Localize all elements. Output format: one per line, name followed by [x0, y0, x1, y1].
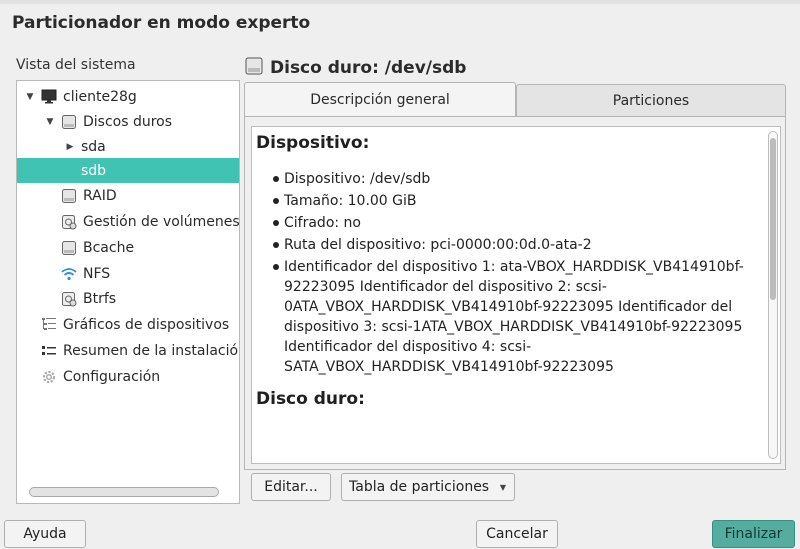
- tree-item-sdb[interactable]: sdb: [17, 158, 239, 183]
- tree-item-label: Configuración: [63, 368, 161, 385]
- tree-item-label: Gráficos de dispositivos: [63, 316, 230, 333]
- list-item: Dispositivo: /dev/sdb: [273, 169, 764, 189]
- disk-title: Disco duro: /dev/sdb: [270, 58, 467, 78]
- tree-item-raid[interactable]: RAID: [17, 183, 239, 208]
- tab-overview-label: Descripción general: [310, 91, 450, 108]
- wifi-icon: [61, 266, 77, 282]
- tree-item-label: Gestión de volúmenes: [83, 213, 239, 230]
- system-view-tree[interactable]: ▼ cliente28g ▼ Discos duros ▶ sda sdb RA…: [16, 80, 240, 504]
- tree-item-label: Discos duros: [83, 113, 173, 130]
- tree-item-device-graphs[interactable]: Gráficos de dispositivos: [17, 312, 239, 337]
- scrollbar-thumb[interactable]: [770, 138, 776, 300]
- section-device-heading: Dispositivo:: [256, 133, 370, 153]
- tree-item-configuration[interactable]: Configuración: [17, 364, 239, 389]
- tab-panel: Dispositivo: Dispositivo: /dev/sdb Tamañ…: [244, 116, 786, 470]
- tab-partitions-label: Particiones: [612, 92, 690, 109]
- list-item: Tamaño: 10.00 GiB: [273, 191, 764, 211]
- edit-button-label: Editar...: [264, 479, 318, 495]
- tree-item-bcache[interactable]: Bcache: [17, 235, 239, 260]
- tree-item-label: RAID: [83, 187, 117, 204]
- overview-scroll-area: Dispositivo: Dispositivo: /dev/sdb Tamañ…: [256, 127, 764, 409]
- list-icon: [41, 343, 57, 359]
- cancel-button-label: Cancelar: [486, 526, 548, 542]
- list-item: Ruta del dispositivo: pci-0000:00:0d.0-a…: [273, 235, 764, 255]
- hard-disk-icon: [61, 114, 77, 130]
- gear-icon: [41, 369, 57, 385]
- edit-button[interactable]: Editar...: [251, 473, 331, 501]
- tree-item-label: Btrfs: [83, 290, 117, 307]
- chevron-down-icon: ▼: [499, 483, 506, 492]
- tree-item-installation-summary[interactable]: Resumen de la instalación: [17, 338, 239, 363]
- cancel-button[interactable]: Cancelar: [476, 520, 558, 548]
- title-bar-remnant: [0, 0, 800, 4]
- vertical-scrollbar[interactable]: [768, 131, 778, 459]
- hard-disk-icon: [61, 188, 77, 204]
- page-title: Particionador en modo experto: [12, 13, 311, 33]
- list-item: Identificador del dispositivo 1: ata-VBO…: [273, 257, 764, 377]
- tab-partitions[interactable]: Particiones: [516, 84, 786, 116]
- device-details-list: Dispositivo: /dev/sdb Tamaño: 10.00 GiB …: [273, 169, 764, 377]
- tree-item-volume-management[interactable]: Gestión de volúmenes: [17, 209, 239, 234]
- hard-disk-icon: [244, 56, 264, 80]
- finish-button[interactable]: Finalizar: [712, 520, 795, 548]
- tree-item-label: cliente28g: [63, 88, 137, 105]
- tree-item-btrfs[interactable]: Btrfs: [17, 286, 239, 311]
- tree-item-cliente28g[interactable]: ▼ cliente28g: [17, 84, 239, 109]
- tree-item-label: Bcache: [83, 239, 135, 256]
- section-disk-heading: Disco duro:: [256, 389, 365, 409]
- tree-item-label: sdb: [81, 162, 107, 179]
- tab-overview[interactable]: Descripción general: [244, 82, 516, 116]
- help-button-label: Ayuda: [23, 526, 67, 542]
- tree-item-label: sda: [81, 138, 106, 155]
- expand-arrow-icon[interactable]: ▶: [65, 142, 75, 152]
- list-item: Cifrado: no: [273, 213, 764, 233]
- volume-manager-icon: [61, 214, 77, 230]
- overview-content: Dispositivo: Dispositivo: /dev/sdb Tamañ…: [251, 126, 781, 464]
- help-button[interactable]: Ayuda: [4, 520, 86, 548]
- disk-header: Disco duro: /dev/sdb: [244, 56, 466, 80]
- system-view-label: Vista del sistema: [16, 57, 136, 73]
- hard-disk-icon: [61, 240, 77, 256]
- expand-arrow-icon[interactable]: ▼: [25, 92, 35, 102]
- tree-item-label: NFS: [83, 265, 111, 282]
- device-graph-icon: [41, 317, 57, 333]
- tree-item-nfs[interactable]: NFS: [17, 261, 239, 286]
- partition-table-dropdown[interactable]: Tabla de particiones ▼: [341, 473, 515, 501]
- tree-item-label: Resumen de la instalación: [63, 342, 239, 359]
- tree-item-hard-disks[interactable]: ▼ Discos duros: [17, 109, 239, 134]
- expand-arrow-icon[interactable]: ▼: [45, 117, 55, 127]
- monitor-icon: [41, 89, 57, 105]
- horizontal-scrollbar[interactable]: [29, 487, 219, 497]
- finish-button-label: Finalizar: [724, 526, 783, 542]
- volume-manager-icon: [61, 291, 77, 307]
- tree-item-sda[interactable]: ▶ sda: [17, 134, 239, 159]
- partition-table-label: Tabla de particiones: [349, 479, 490, 495]
